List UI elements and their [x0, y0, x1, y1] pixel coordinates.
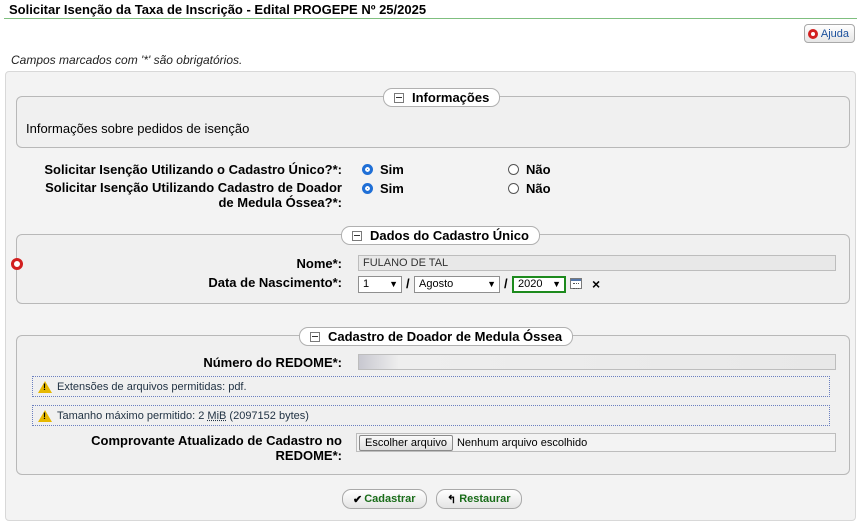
- check-icon: ✔: [353, 493, 363, 506]
- medula-question-label: Solicitar Isenção Utilizando Cadastro de…: [14, 180, 342, 210]
- size-warning-unit: MiB: [207, 409, 227, 422]
- cadastro-medula-legend[interactable]: Cadastro de Doador de Medula Óssea: [299, 327, 574, 346]
- collapse-icon[interactable]: [352, 230, 362, 241]
- redome-field[interactable]: [358, 354, 836, 370]
- mes-select-value: Agosto: [419, 278, 454, 290]
- chevron-down-icon: ▼: [389, 279, 398, 289]
- warning-icon: [38, 409, 52, 422]
- medula-question-label-line2: de Medula Óssea?*:: [218, 195, 342, 210]
- cad-unico-radio-nao[interactable]: Não: [508, 162, 551, 177]
- help-button[interactable]: Ajuda: [803, 24, 855, 43]
- cadastrar-button-label: Cadastrar: [364, 493, 416, 505]
- cad-unico-question-label: Solicitar Isenção Utilizando o Cadastro …: [44, 162, 342, 177]
- informacoes-fieldset: Informações Informações sobre pedidos de…: [16, 88, 850, 148]
- cad-unico-radio-nao-label: Não: [526, 162, 551, 177]
- help-button-label: Ajuda: [820, 27, 849, 40]
- extension-warning: Extensões de arquivos permitidas: pdf.: [32, 376, 830, 397]
- informacoes-legend-label: Informações: [412, 90, 490, 105]
- nome-label: Nome*:: [296, 256, 342, 271]
- medula-question-label-line1: Solicitar Isenção Utilizando Cadastro de…: [45, 180, 342, 195]
- size-warning-text: Tamanho máximo permitido: 2 MiB (2097152…: [57, 410, 309, 422]
- restaurar-button-label: Restaurar: [459, 493, 511, 505]
- informacoes-legend[interactable]: Informações: [383, 88, 501, 107]
- comprovante-label: Comprovante Atualizado de Cadastro no RE…: [14, 433, 342, 463]
- size-warning: Tamanho máximo permitido: 2 MiB (2097152…: [32, 405, 830, 426]
- collapse-icon[interactable]: [394, 92, 404, 103]
- dados-cadastro-unico-legend[interactable]: Dados do Cadastro Único: [341, 226, 540, 245]
- collapse-icon[interactable]: [310, 331, 320, 342]
- radio-selected-icon: [362, 164, 373, 175]
- redome-label: Número do REDOME*:: [203, 355, 342, 370]
- medula-radio-nao[interactable]: Não: [508, 181, 551, 196]
- radio-selected-icon: [362, 183, 373, 194]
- choose-file-button[interactable]: Escolher arquivo: [359, 434, 453, 451]
- medula-radio-sim[interactable]: Sim: [362, 181, 404, 196]
- comprovante-file-input[interactable]: Escolher arquivo Nenhum arquivo escolhid…: [356, 433, 836, 452]
- lifebuoy-icon: [807, 28, 818, 39]
- cad-unico-radio-sim[interactable]: Sim: [362, 162, 404, 177]
- mes-select[interactable]: Agosto ▼: [414, 276, 500, 293]
- title-divider: [4, 18, 857, 19]
- medula-radio-sim-label: Sim: [380, 181, 404, 196]
- radio-unselected-icon: [508, 183, 519, 194]
- ano-select[interactable]: 2020 ▼: [512, 276, 566, 293]
- dia-select[interactable]: 1 ▼: [358, 276, 402, 293]
- date-separator: /: [504, 276, 508, 291]
- dia-select-value: 1: [363, 278, 370, 290]
- ano-select-value: 2020: [518, 278, 543, 290]
- nome-field[interactable]: FULANO DE TAL: [358, 255, 836, 271]
- size-warning-prefix: Tamanho máximo permitido: 2: [57, 409, 208, 422]
- chevron-down-icon: ▼: [552, 279, 561, 289]
- calendar-icon[interactable]: [570, 278, 582, 289]
- radio-unselected-icon: [508, 164, 519, 175]
- cad-unico-radio-sim-label: Sim: [380, 162, 404, 177]
- medula-radio-nao-label: Não: [526, 181, 551, 196]
- cadastrar-button[interactable]: ✔ Cadastrar: [342, 489, 427, 509]
- nascimento-label: Data de Nascimento*:: [208, 275, 342, 290]
- required-fields-note: Campos marcados com '*' são obrigatórios…: [11, 53, 243, 67]
- undo-icon: ↰: [447, 493, 457, 506]
- informacoes-text: Informações sobre pedidos de isenção: [26, 121, 250, 136]
- comprovante-label-line2: REDOME*:: [275, 448, 342, 463]
- size-warning-suffix: (2097152 bytes): [226, 409, 309, 422]
- restaurar-button[interactable]: ↰ Restaurar: [436, 489, 522, 509]
- page-title: Solicitar Isenção da Taxa de Inscrição -…: [9, 2, 427, 17]
- date-separator: /: [406, 276, 410, 291]
- comprovante-label-line1: Comprovante Atualizado de Cadastro no: [91, 433, 342, 448]
- cadastro-medula-legend-label: Cadastro de Doador de Medula Óssea: [328, 329, 563, 344]
- warning-icon: [38, 380, 52, 393]
- file-status-text: Nenhum arquivo escolhido: [456, 436, 588, 449]
- dados-cadastro-unico-legend-label: Dados do Cadastro Único: [370, 228, 529, 243]
- chevron-down-icon: ▼: [487, 279, 496, 289]
- clear-date-icon[interactable]: ×: [592, 276, 600, 292]
- extension-warning-text: Extensões de arquivos permitidas: pdf.: [57, 380, 247, 393]
